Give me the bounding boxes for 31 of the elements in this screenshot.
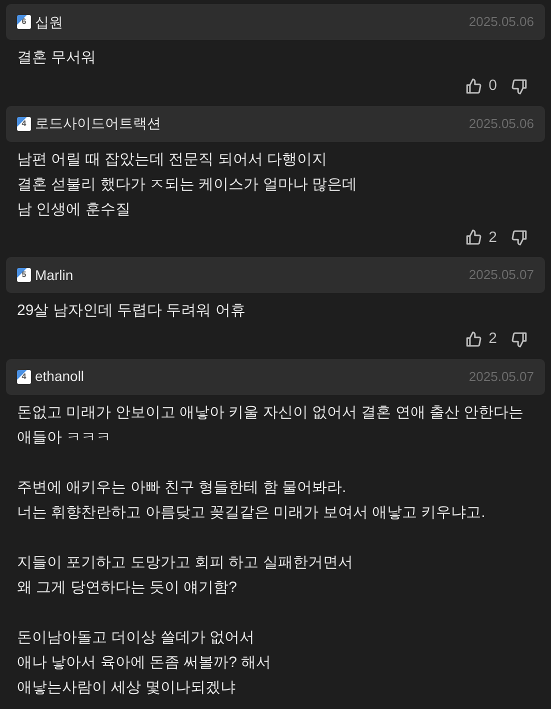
comment-text: 돈없고 미래가 안보이고 애낳아 키울 자신이 없어서 결혼 연애 출산 안한다는 애들아 ㅋㅋㅋ <box>17 402 525 448</box>
comment-text: 남편 어릴 때 잡았는데 전문직 되어서 다행이지 결혼 섣불리 했다가 ㅈ되는 케이스가 얼마나 많은데 남 인생에 훈수질 <box>17 150 358 220</box>
dislike-button[interactable] <box>511 330 528 348</box>
thumbs-up-icon <box>464 330 482 348</box>
comment-date: 2025.05.06 <box>468 114 534 133</box>
thumbs-down-icon <box>511 229 528 246</box>
dislike-button[interactable] <box>511 78 528 95</box>
author-name[interactable]: ethanoll <box>35 366 84 387</box>
like-button[interactable]: 2 <box>464 328 497 350</box>
level-badge: 5 <box>17 268 31 282</box>
comment-text: 돈이남아돌고 더이상 쓸데가 없어서 애나 낳아서 육아에 돈좀 써볼까? 해서 애낳는사람이 세상 몇이나되겠냐 <box>17 628 272 698</box>
author-name[interactable]: Marlin <box>35 264 74 286</box>
author-name[interactable]: 로드사이드어트랙션 <box>35 113 161 134</box>
comment-text: 지들이 포기하고 도망가고 회피 하고 실패한거면서 왜 그게 당연하다는 듯이 얘기함? <box>17 552 354 598</box>
comment-date: 2025.05.06 <box>468 13 534 32</box>
comment-text: 주변에 애키우는 아빠 친구 형들한테 함 물어봐라. 너는 휘향찬란하고 아름닺고 꽂길같은 미래가 보여서 애낳고 키우냐고. <box>17 478 486 522</box>
comment-text: 29살 남자인데 두렵다 두려워 어휴 <box>17 301 246 321</box>
dislike-button[interactable] <box>511 229 528 246</box>
thumbs-down-icon <box>511 78 528 95</box>
author-name[interactable]: 십원 <box>35 12 63 32</box>
comment-date: 2025.05.07 <box>468 368 534 386</box>
comment-text: 결혼 무서워 <box>17 48 98 68</box>
like-button[interactable]: 2 <box>464 226 497 249</box>
thumbs-up-icon <box>464 78 482 95</box>
thumbs-down-icon <box>511 330 528 348</box>
level-badge: 6 <box>17 15 31 29</box>
level-badge: 4 <box>17 116 31 130</box>
like-button[interactable]: 0 <box>464 75 497 98</box>
comment-date: 2025.05.07 <box>468 266 534 284</box>
thumbs-up-icon <box>464 229 482 246</box>
level-badge: 4 <box>17 370 31 384</box>
